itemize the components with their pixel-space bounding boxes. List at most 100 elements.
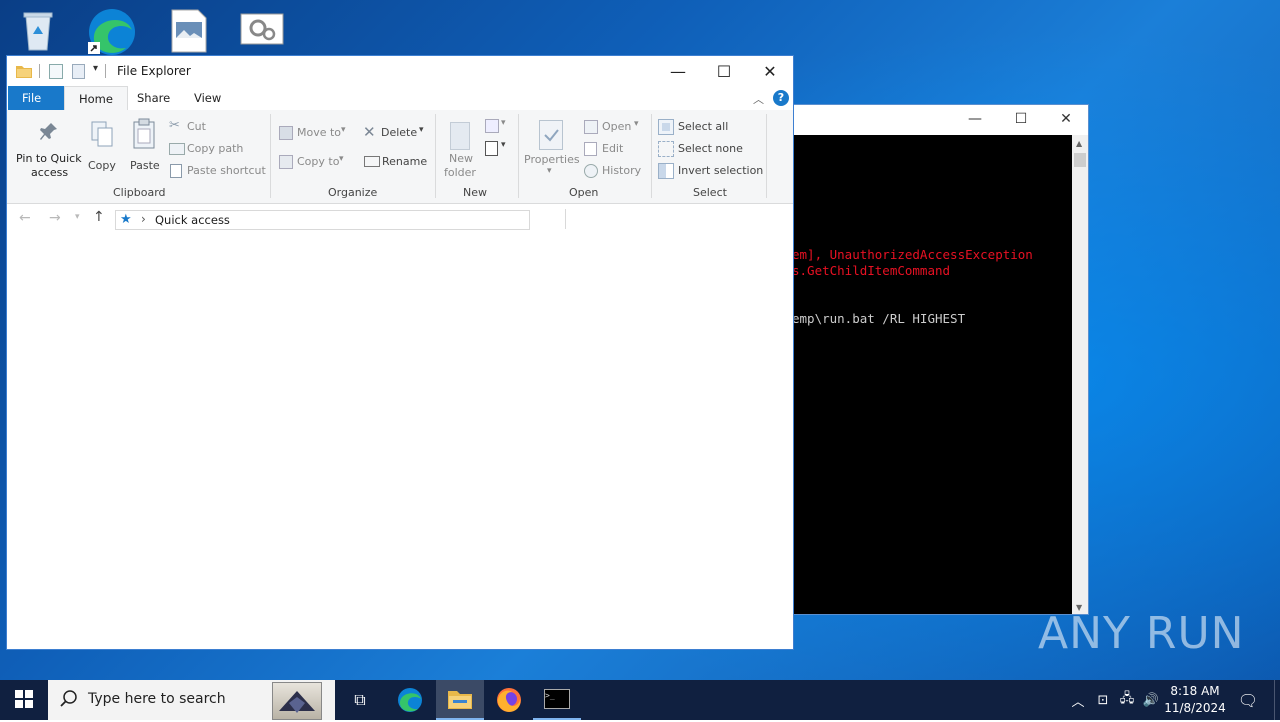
show-hidden-icons-button[interactable]: ︿	[1068, 680, 1088, 720]
taskbar-edge[interactable]	[386, 680, 434, 720]
recycle-bin-icon[interactable]	[14, 6, 62, 54]
chevron-down-icon: ▾	[339, 154, 344, 164]
maximize-button[interactable]: ☐	[701, 56, 747, 86]
taskbar-firefox[interactable]	[485, 680, 533, 720]
notification-icon: 🗨	[1237, 690, 1259, 710]
console-window[interactable]: — ☐ ✕ em], UnauthorizedAccessException s…	[793, 104, 1089, 615]
copy-icon	[90, 120, 114, 151]
invert-selection-button[interactable]: Invert selection	[657, 162, 767, 180]
group-separator	[270, 114, 271, 198]
properties-qat-icon[interactable]	[49, 64, 63, 79]
taskbar-console[interactable]: >_	[533, 680, 581, 720]
new-item-button[interactable]: ▾	[485, 118, 511, 136]
tab-home[interactable]: Home	[64, 86, 128, 112]
copy-path-button[interactable]: Copy path	[167, 140, 267, 158]
close-icon: ✕	[763, 61, 777, 81]
delete-label: Delete	[381, 126, 418, 139]
console-scrollbar[interactable]: ▲ ▼	[1072, 135, 1088, 614]
copy-to-button[interactable]: Copy to ▾	[277, 153, 353, 171]
address-bar[interactable]: ★ › Quick access	[115, 210, 530, 230]
close-button[interactable]: ✕	[747, 56, 793, 86]
pin-to-quick-access-button[interactable]: Pin to Quick access	[11, 116, 83, 182]
pin-icon	[39, 122, 59, 147]
explorer-titlebar[interactable]: ▾ File Explorer — ☐ ✕	[7, 56, 793, 86]
back-arrow-icon[interactable]: ←	[19, 210, 31, 226]
copy-path-icon	[169, 143, 185, 155]
move-to-label: Move to	[297, 126, 342, 139]
chevron-down-icon: ▾	[341, 125, 346, 135]
start-button[interactable]	[0, 680, 48, 720]
paste-label: Paste	[130, 159, 160, 172]
taskbar-file-explorer[interactable]	[436, 680, 484, 720]
new-folder-button[interactable]: New folder	[441, 116, 481, 182]
show-desktop-button[interactable]	[1274, 680, 1280, 720]
file-list-area[interactable]	[7, 238, 793, 649]
windows-logo-icon	[15, 689, 33, 711]
open-button[interactable]: Open ▾	[583, 118, 649, 136]
cut-button[interactable]: ✂ Cut	[167, 118, 267, 136]
chevron-down-icon: ▾	[501, 140, 506, 150]
collapse-ribbon-icon[interactable]: ︿	[753, 91, 764, 107]
tray-network[interactable]: 🖧	[1116, 680, 1138, 720]
tab-file[interactable]: File	[8, 86, 64, 110]
maximize-icon[interactable]: ☐	[1008, 111, 1034, 127]
task-view-button[interactable]: ⧉	[336, 680, 384, 720]
forward-arrow-icon[interactable]: →	[49, 210, 61, 226]
taskbar: Type here to search ⧉ >_ ︿ ⊡ 🖧 🔊 8:18 AM…	[0, 680, 1280, 720]
up-arrow-icon[interactable]: ↑	[93, 209, 105, 225]
rename-label: Rename	[382, 155, 428, 168]
console-line: em], UnauthorizedAccessException	[794, 247, 1033, 262]
move-to-button[interactable]: Move to ▾	[277, 124, 353, 142]
edit-button[interactable]: Edit	[583, 140, 649, 158]
select-none-button[interactable]: Select none	[657, 140, 767, 158]
minimize-button[interactable]: —	[655, 56, 701, 86]
settings-file-icon[interactable]	[238, 6, 286, 54]
recent-locations-icon[interactable]: ▾	[75, 212, 80, 222]
history-icon	[584, 164, 598, 178]
firefox-icon	[497, 688, 521, 712]
paste-shortcut-button[interactable]: Paste shortcut	[167, 162, 267, 180]
tray-volume[interactable]: 🔊	[1140, 680, 1162, 720]
system-clock[interactable]: 8:18 AM 11/8/2024	[1160, 683, 1230, 717]
taskbar-search-box[interactable]: Type here to search	[48, 680, 335, 720]
open-label: Open	[602, 120, 632, 133]
folder-icon	[15, 63, 33, 82]
minimize-icon[interactable]: —	[962, 111, 988, 127]
rename-button[interactable]: Rename	[363, 153, 433, 171]
file-explorer-window[interactable]: ▾ File Explorer — ☐ ✕ File Home Share Vi…	[7, 56, 793, 649]
folder-icon	[448, 691, 472, 709]
move-to-icon	[279, 126, 293, 140]
group-separator	[766, 114, 767, 198]
group-separator	[435, 114, 436, 198]
notifications-button[interactable]: 🗨	[1232, 680, 1264, 720]
group-separator	[651, 114, 652, 198]
copy-button[interactable]: Copy	[87, 116, 117, 182]
image-file-icon[interactable]	[166, 6, 214, 54]
select-all-button[interactable]: Select all	[657, 118, 767, 136]
properties-button[interactable]: Properties ▾	[523, 116, 580, 182]
easy-access-button[interactable]: ▾	[485, 140, 511, 158]
help-icon[interactable]: ?	[773, 90, 789, 106]
tray-monitor[interactable]: ⊡	[1092, 680, 1114, 720]
tab-view[interactable]: View	[180, 86, 235, 110]
invert-selection-label: Invert selection	[678, 164, 764, 177]
clock-time: 8:18 AM	[1170, 684, 1220, 698]
tab-share[interactable]: Share	[123, 86, 184, 110]
anyrun-watermark: ANY RUN	[1038, 608, 1245, 659]
select-none-label: Select none	[678, 142, 743, 155]
history-button[interactable]: History	[583, 162, 649, 180]
console-icon: >_	[544, 689, 570, 709]
new-folder-icon	[450, 122, 470, 150]
volume-icon: 🔊	[1142, 692, 1160, 708]
paste-button[interactable]: Paste	[127, 116, 161, 182]
customize-qat-icon[interactable]: ▾	[93, 63, 98, 74]
select-all-label: Select all	[678, 120, 729, 133]
delete-button[interactable]: ✕ Delete ▾	[363, 123, 433, 142]
breadcrumb-quick-access[interactable]: Quick access	[155, 213, 230, 227]
new-folder-qat-icon[interactable]	[72, 64, 85, 79]
ribbon-home: Pin to Quick access Copy Paste ✂ Cut Cop…	[7, 110, 793, 204]
edge-shortcut-icon[interactable]	[86, 6, 135, 55]
close-icon[interactable]: ✕	[1053, 111, 1079, 127]
console-titlebar[interactable]: — ☐ ✕	[794, 105, 1088, 135]
cut-label: Cut	[187, 120, 206, 133]
